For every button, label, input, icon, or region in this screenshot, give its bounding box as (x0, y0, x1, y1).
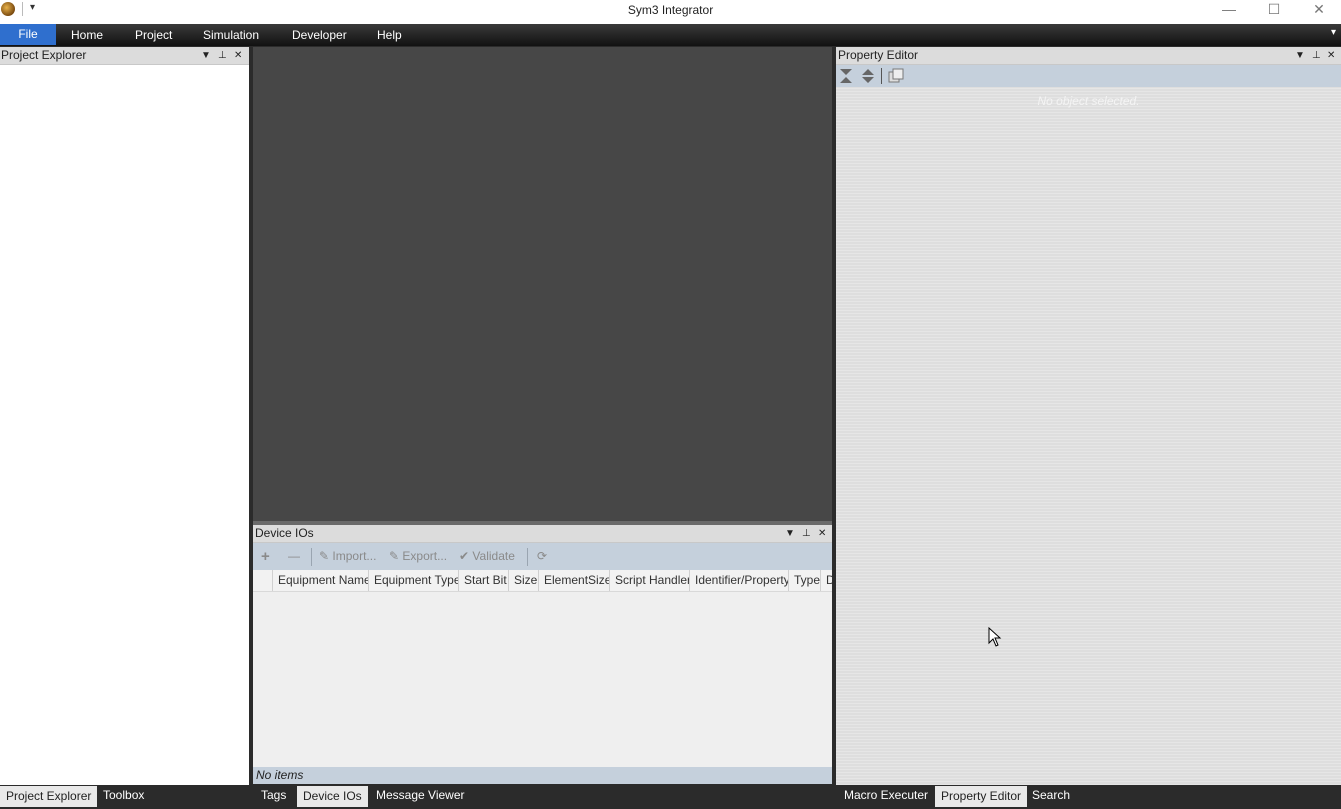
pin-icon[interactable]: ⊥ (218, 47, 227, 64)
project-explorer-header: Project Explorer ▼ ⊥ ✕ (0, 47, 249, 65)
property-editor-toolbar (836, 65, 1341, 87)
right-tab-strip: Macro Executer Property Editor Search (836, 785, 1341, 809)
minimize-button[interactable]: — (1207, 0, 1251, 22)
tab-message-viewer[interactable]: Message Viewer (370, 785, 471, 806)
tab-property-editor[interactable]: Property Editor (935, 786, 1028, 807)
tab-macro-executer[interactable]: Macro Executer (838, 785, 934, 806)
column-type[interactable]: Type (789, 570, 821, 591)
panel-dropdown-icon[interactable]: ▼ (1295, 47, 1305, 64)
tab-search[interactable]: Search (1026, 785, 1076, 806)
menu-simulation[interactable]: Simulation (195, 24, 267, 46)
project-explorer-panel[interactable] (0, 47, 249, 785)
menu-home[interactable]: Home (63, 24, 111, 46)
center-tab-strip: Tags Device IOs Message Viewer (253, 785, 832, 809)
expand-all-icon[interactable] (861, 68, 875, 84)
menu-help[interactable]: Help (369, 24, 410, 46)
no-object-message: No object selected. (1037, 94, 1140, 108)
device-ios-header: Device IOs ▼ ⊥ ✕ (253, 525, 832, 543)
validate-label: Validate (472, 549, 515, 563)
toolbar-separator (881, 68, 882, 84)
row-selector-header (253, 570, 273, 591)
property-pages-icon[interactable] (888, 68, 904, 84)
column-identifier-property[interactable]: Identifier/Property (690, 570, 789, 591)
menu-project[interactable]: Project (127, 24, 180, 46)
import-button[interactable]: ✎ Import... (319, 549, 376, 563)
pin-icon[interactable]: ⊥ (1312, 47, 1321, 64)
column-size[interactable]: Size (509, 570, 539, 591)
toolbar-separator (527, 548, 528, 566)
tab-tags[interactable]: Tags (255, 785, 292, 806)
export-icon: ✎ (389, 549, 400, 563)
add-icon[interactable]: + (261, 548, 270, 565)
mouse-cursor-icon (988, 626, 1002, 650)
refresh-icon[interactable]: ⟳ (537, 549, 547, 563)
column-script-handler[interactable]: Script Handler (610, 570, 690, 591)
maximize-button[interactable]: ☐ (1252, 0, 1296, 22)
export-button[interactable]: ✎ Export... (389, 549, 447, 563)
device-ios-column-header: Equipment Name Equipment Type Start Bit … (253, 570, 832, 592)
remove-icon[interactable]: — (288, 549, 300, 563)
pin-icon[interactable]: ⊥ (802, 525, 811, 542)
panel-close-icon[interactable]: ✕ (818, 525, 826, 542)
menu-developer[interactable]: Developer (284, 24, 355, 46)
ribbon-collapse-icon[interactable]: ▾ (1331, 27, 1336, 38)
toolbar-separator (311, 548, 312, 566)
device-ios-status: No items (253, 767, 832, 784)
collapse-all-icon[interactable] (839, 68, 853, 84)
property-editor-header: Property Editor ▼ ⊥ ✕ (836, 47, 1341, 65)
column-equipment-name[interactable]: Equipment Name (273, 570, 369, 591)
document-area (253, 47, 832, 521)
property-editor-title: Property Editor (838, 48, 919, 62)
column-element-size[interactable]: ElementSize (539, 570, 610, 591)
column-equipment-type[interactable]: Equipment Type (369, 570, 459, 591)
device-ios-title: Device IOs (255, 526, 314, 540)
panel-dropdown-icon[interactable]: ▼ (201, 47, 211, 64)
status-text: No items (256, 768, 304, 782)
device-ios-grid-body[interactable] (253, 592, 832, 767)
export-label: Export... (402, 549, 448, 563)
validate-button[interactable]: ✔ Validate (459, 549, 515, 563)
tab-project-explorer[interactable]: Project Explorer (0, 786, 98, 807)
window-title: Sym3 Integrator (627, 3, 714, 17)
import-icon: ✎ (319, 549, 330, 563)
column-d[interactable]: D (821, 570, 832, 591)
panel-dropdown-icon[interactable]: ▼ (785, 525, 795, 542)
property-editor-body[interactable] (836, 87, 1341, 785)
panel-close-icon[interactable]: ✕ (234, 47, 242, 64)
menu-file[interactable]: File (0, 24, 56, 45)
panel-close-icon[interactable]: ✕ (1327, 47, 1335, 64)
tab-toolbox[interactable]: Toolbox (97, 785, 150, 806)
left-tab-strip: Project Explorer Toolbox (0, 785, 249, 809)
column-start-bit[interactable]: Start Bit (459, 570, 509, 591)
import-label: Import... (332, 549, 377, 563)
tab-device-ios[interactable]: Device IOs (297, 786, 368, 807)
validate-icon: ✔ (459, 549, 470, 563)
close-button[interactable]: ✕ (1297, 0, 1341, 22)
project-explorer-title: Project Explorer (1, 48, 87, 62)
